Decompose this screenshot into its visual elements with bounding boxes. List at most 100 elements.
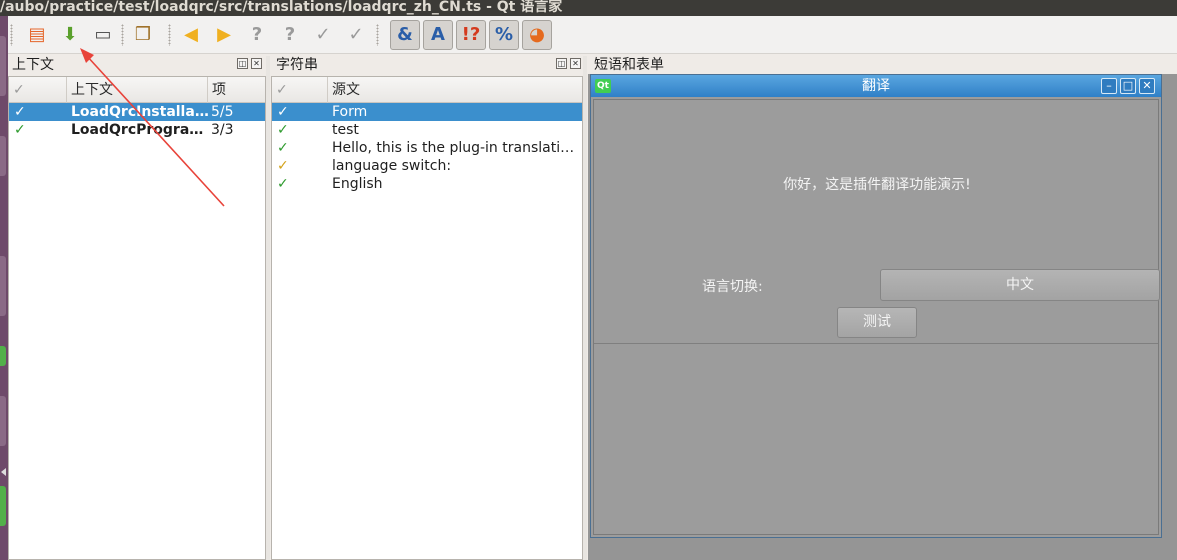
string-row[interactable]: ✓ English — [272, 175, 582, 193]
minimize-icon[interactable]: – — [1101, 78, 1117, 94]
toolbar-separator — [121, 24, 124, 46]
phrasebook-button[interactable]: ❒ — [128, 20, 158, 50]
context-row[interactable]: ✓ LoadQrcInstallati… 5/5 — [9, 103, 265, 121]
open-button[interactable]: ▤ — [22, 20, 52, 50]
ending-punctuation-icon: A — [431, 24, 445, 45]
form-preview-window: Qt 翻译 – □ ✕ 你好，这是插件翻译功能演示! 语言切换: 中文 测试 — [590, 74, 1162, 538]
done-check-icon: ✓ — [277, 122, 289, 138]
phrasebook-icon: ❒ — [134, 24, 152, 45]
string-row[interactable]: ✓ language switch: — [272, 157, 582, 175]
context-panel-buttons: ◫ ✕ — [237, 58, 262, 70]
string-row[interactable]: ✓ Hello, this is the plug-in translatio… — [272, 139, 582, 157]
context-list[interactable]: ✓ 上下文 项 ✓ LoadQrcInstallati… 5/5 ✓ LoadQ… — [8, 76, 266, 560]
check-icon: ✓ — [276, 82, 288, 98]
done-and-next-button[interactable]: ✓ — [341, 20, 371, 50]
form-preview-body: 你好，这是插件翻译功能演示! 语言切换: 中文 测试 — [593, 99, 1160, 535]
accelerators-icon: & — [397, 24, 413, 45]
prev-icon: ◀ — [184, 24, 198, 45]
form-preview-title: 翻译 — [862, 78, 890, 94]
launcher-slot[interactable] — [0, 256, 6, 316]
done-check-icon: ✓ — [14, 104, 26, 120]
launcher-slot[interactable] — [0, 136, 6, 176]
float-icon[interactable]: ◫ — [237, 58, 248, 69]
string-source-text: test — [332, 122, 359, 138]
test-button[interactable]: 测试 — [837, 307, 917, 338]
window-title: /aubo/practice/test/loadqrc/src/translat… — [0, 0, 563, 15]
launcher-slot[interactable] — [0, 36, 6, 96]
hello-label: 你好，这是插件翻译功能演示! — [783, 177, 971, 193]
toolbar-grip[interactable] — [10, 24, 13, 46]
language-switch-label: 语言切换: — [702, 279, 763, 295]
prev-unfinished-icon: ? — [251, 24, 263, 45]
context-count: 3/3 — [211, 122, 234, 138]
close-icon[interactable]: ✕ — [570, 58, 581, 69]
string-source-text: Form — [332, 104, 368, 120]
print-button[interactable]: ▭ — [88, 20, 118, 50]
splitter-handle[interactable] — [266, 56, 270, 560]
done-button[interactable]: ✓ — [308, 20, 338, 50]
done-check-icon: ✓ — [277, 176, 289, 192]
done-check-icon: ✓ — [277, 104, 289, 120]
header-items-column[interactable]: 项 — [208, 77, 265, 103]
done-icon: ✓ — [315, 24, 331, 45]
header-context-column[interactable]: 上下文 — [67, 77, 208, 103]
toolbar-separator — [376, 24, 379, 46]
splitter-handle[interactable] — [583, 56, 587, 560]
launcher-slot[interactable] — [0, 346, 6, 366]
languages-toggle[interactable]: ◕ — [522, 20, 552, 50]
phrase-matches-icon: !? — [461, 24, 481, 45]
string-row[interactable]: ✓ test — [272, 121, 582, 139]
string-source-text: Hello, this is the plug-in translatio… — [332, 140, 580, 156]
header-check-column[interactable]: ✓ — [9, 77, 67, 103]
launcher-slot[interactable] — [0, 486, 6, 526]
maximize-icon[interactable]: □ — [1120, 78, 1136, 94]
context-list-header: ✓ 上下文 项 — [9, 77, 265, 103]
context-row[interactable]: ✓ LoadQrcProgram… 3/3 — [9, 121, 265, 139]
save-button[interactable]: ⬇ — [55, 20, 85, 50]
next-unfinished-button[interactable]: ? — [275, 20, 305, 50]
header-check-column[interactable]: ✓ — [272, 77, 328, 103]
ending-punctuation-toggle[interactable]: A — [423, 20, 453, 50]
strings-panel-buttons: ◫ ✕ — [556, 58, 581, 70]
window-title-bar: /aubo/practice/test/loadqrc/src/translat… — [0, 0, 1177, 16]
header-source-column[interactable]: 源文 — [328, 77, 582, 103]
string-source-text: English — [332, 176, 383, 192]
float-icon[interactable]: ◫ — [556, 58, 567, 69]
context-panel-title: 上下文 — [12, 57, 54, 73]
prev-button[interactable]: ◀ — [176, 20, 206, 50]
phrases-panel-title: 短语和表单 — [594, 57, 664, 73]
place-markers-toggle[interactable]: % — [489, 20, 519, 50]
done-check-icon: ✓ — [277, 140, 289, 156]
save-icon: ⬇ — [62, 24, 78, 45]
string-row[interactable]: ✓ Form — [272, 103, 582, 121]
place-markers-icon: % — [494, 24, 514, 45]
language-combobox[interactable]: 中文 — [880, 269, 1160, 301]
next-unfinished-icon: ? — [284, 24, 296, 45]
next-button[interactable]: ▶ — [209, 20, 239, 50]
launcher-strip — [0, 16, 8, 560]
next-icon: ▶ — [217, 24, 231, 45]
text-area[interactable] — [594, 343, 1158, 534]
check-icon: ✓ — [13, 82, 25, 98]
main-toolbar: ▤ ⬇ ▭ ❒ ◀ ▶ ? ? ✓ ✓ & A !? % ◕ — [8, 16, 1177, 54]
done-and-next-icon: ✓ — [348, 24, 364, 45]
strings-list[interactable]: ✓ 源文 ✓ Form ✓ test ✓ Hello, this is the … — [271, 76, 583, 560]
done-check-icon: ✓ — [14, 122, 26, 138]
context-name: LoadQrcProgram… — [71, 122, 211, 138]
string-source-text: language switch: — [332, 158, 452, 174]
languages-icon: ◕ — [529, 24, 545, 45]
launcher-slot[interactable] — [0, 396, 6, 446]
qt-logo-icon: Qt — [595, 79, 611, 93]
strings-list-header: ✓ 源文 — [272, 77, 582, 103]
context-name: LoadQrcInstallati… — [71, 104, 211, 120]
close-icon[interactable]: ✕ — [1139, 78, 1155, 94]
context-count: 5/5 — [211, 104, 234, 120]
phrase-matches-toggle[interactable]: !? — [456, 20, 486, 50]
close-icon[interactable]: ✕ — [251, 58, 262, 69]
strings-panel-title: 字符串 — [276, 57, 318, 73]
open-icon: ▤ — [28, 24, 46, 45]
launcher-arrow-icon — [1, 468, 6, 476]
form-preview-title-bar: Qt 翻译 – □ ✕ — [591, 75, 1161, 97]
accelerators-toggle[interactable]: & — [390, 20, 420, 50]
prev-unfinished-button[interactable]: ? — [242, 20, 272, 50]
